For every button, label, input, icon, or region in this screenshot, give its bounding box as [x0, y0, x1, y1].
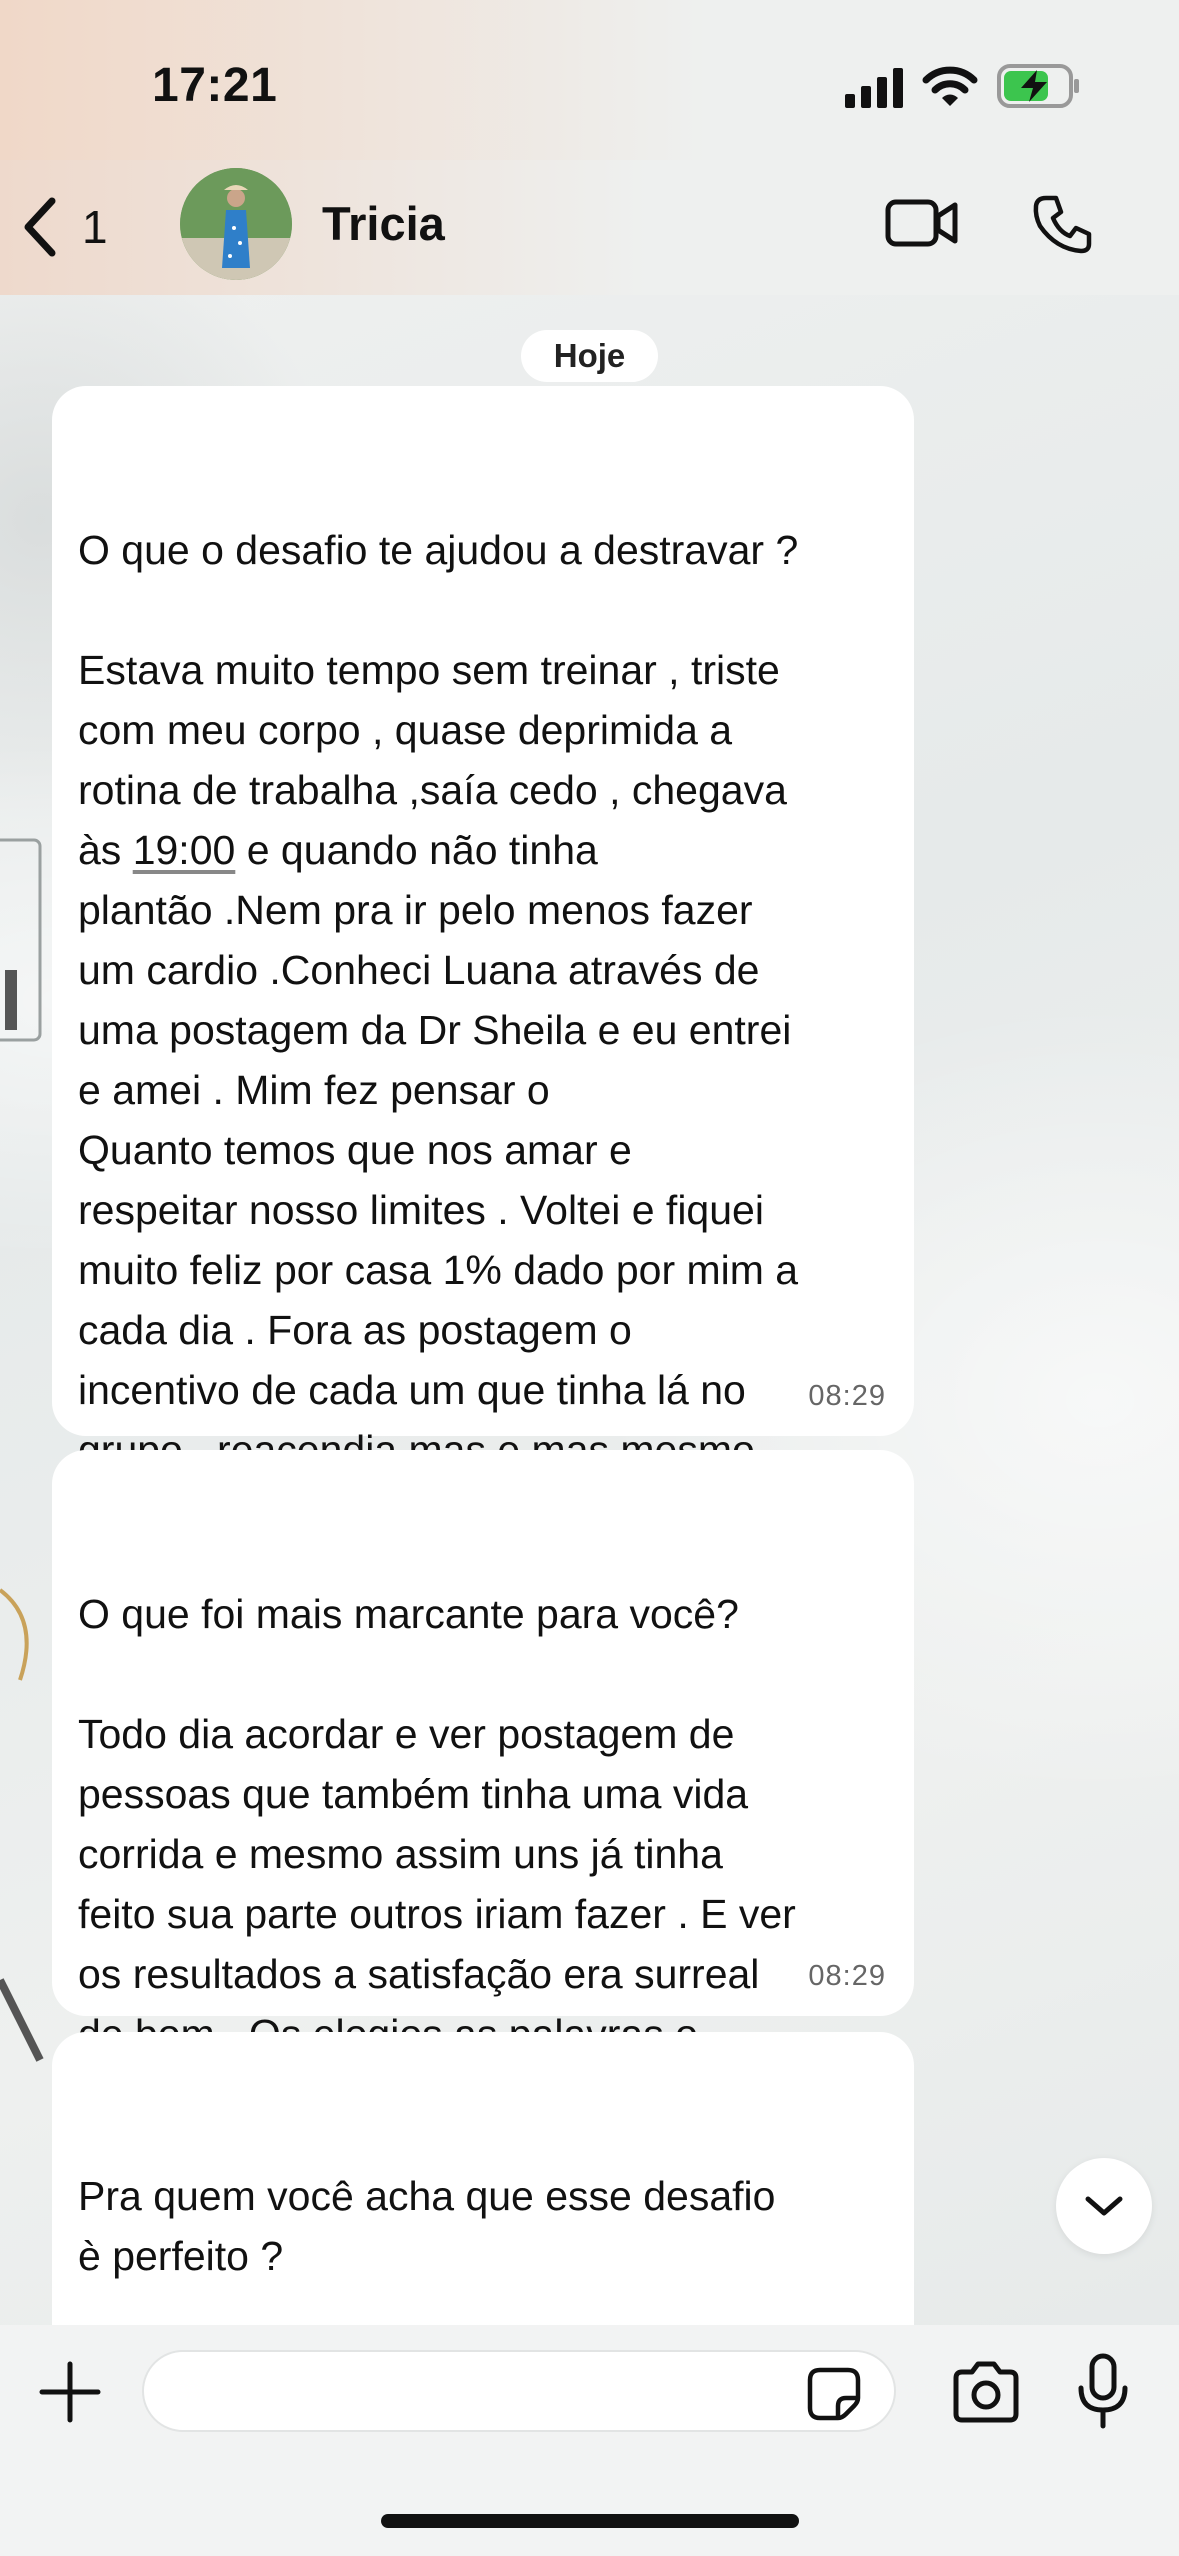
- camera-icon[interactable]: [950, 2360, 1022, 2424]
- back-button[interactable]: 1: [20, 192, 140, 262]
- sticker-icon[interactable]: [806, 2366, 862, 2422]
- status-time: 17:21: [152, 59, 278, 112]
- video-camera-icon[interactable]: [885, 196, 959, 250]
- chevron-down-icon: [1085, 2196, 1123, 2216]
- phone-icon[interactable]: [1032, 194, 1092, 254]
- message-text: O que o desafio te ajudou a destravar ? …: [78, 520, 888, 1540]
- unread-count: 1: [82, 201, 108, 253]
- time-link[interactable]: 19:00: [133, 827, 236, 873]
- date-separator: Hoje: [521, 330, 658, 382]
- contact-name[interactable]: Tricia: [322, 196, 445, 251]
- scroll-to-bottom-button[interactable]: [1056, 2158, 1152, 2254]
- chat-header: [0, 160, 1179, 295]
- home-indicator: [381, 2514, 799, 2528]
- message-text-part: e quando não tinha plantão .Nem pra ir p…: [78, 827, 799, 1533]
- message-bubble[interactable]: O que o desafio te ajudou a destravar ? …: [52, 386, 914, 1533]
- wifi-icon: [922, 66, 978, 106]
- battery-charging-icon: [997, 64, 1079, 108]
- microphone-icon[interactable]: [1075, 2352, 1131, 2432]
- message-time: 08:29: [808, 1380, 886, 1412]
- plus-icon[interactable]: [38, 2360, 102, 2424]
- message-text-part: O que o desafio te ajudou a destravar ? …: [78, 527, 799, 873]
- message-bubble[interactable]: O que foi mais marcante para você? Todo …: [52, 1450, 914, 2117]
- wallpaper-decoration: [0, 838, 44, 2062]
- avatar-image: [180, 168, 292, 280]
- status-bar: 17:21: [0, 0, 1179, 160]
- chevron-left-icon: [24, 197, 56, 257]
- avatar[interactable]: [180, 168, 292, 280]
- message-input[interactable]: [142, 2350, 896, 2432]
- message-time: 08:29: [808, 1960, 886, 1992]
- cellular-signal-icon: [845, 68, 903, 108]
